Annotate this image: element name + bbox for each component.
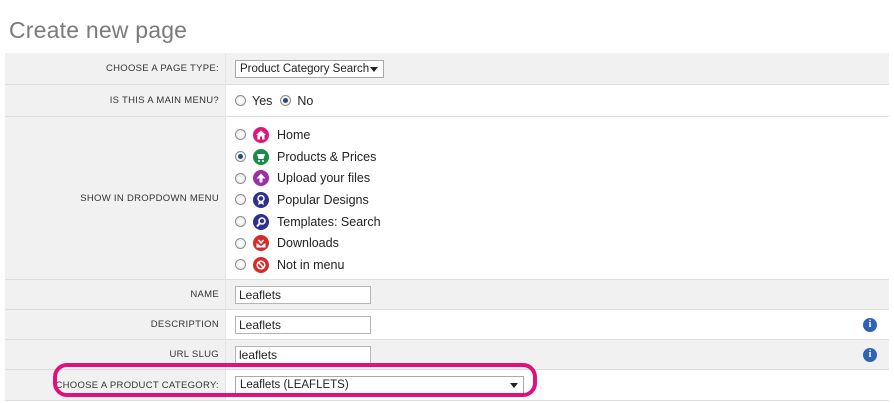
description-input[interactable]: Leaflets <box>235 315 371 334</box>
product-category-label: Choose a product category: <box>5 370 226 400</box>
description-cell: Leaflets i <box>226 310 889 339</box>
download-icon <box>253 235 269 252</box>
main-menu-no-radio[interactable] <box>280 95 292 106</box>
menu-option-templates-search[interactable]: Templates: Search <box>235 211 381 233</box>
main-menu-yes-label: Yes <box>252 93 273 108</box>
page-type-cell: Product Category Search <box>226 53 889 84</box>
description-row: Description Leaflets i <box>5 310 889 340</box>
menu-option-label: Downloads <box>277 236 339 251</box>
menu-option-label: Not in menu <box>277 257 345 272</box>
menu-option-radio[interactable] <box>235 172 246 184</box>
main-menu-yes[interactable]: Yes <box>235 94 272 108</box>
chevron-down-icon <box>370 66 378 72</box>
menu-option-downloads[interactable]: Downloads <box>235 232 381 254</box>
menu-option-label: Products & Prices <box>277 149 377 164</box>
info-icon[interactable]: i <box>863 317 877 332</box>
page-type-row: Choose a page type: Product Category Sea… <box>5 53 889 85</box>
name-input[interactable]: Leaflets <box>235 285 371 304</box>
name-label: Name <box>5 280 226 309</box>
dropdown-menu-cell: Home Products & Prices Upload your files <box>226 117 889 279</box>
menu-option-radio[interactable] <box>235 129 246 141</box>
page-type-label: Choose a page type: <box>5 53 226 84</box>
award-icon <box>253 191 269 208</box>
menu-option-home[interactable]: Home <box>235 124 381 146</box>
main-menu-label: Is this a main menu? <box>5 85 226 116</box>
main-menu-yes-radio[interactable] <box>235 95 246 106</box>
url-slug-row: URL Slug leaflets i <box>5 340 889 370</box>
home-icon <box>253 126 269 143</box>
main-menu-cell: Yes No <box>226 85 889 116</box>
menu-option-label: Home <box>277 127 311 142</box>
dropdown-menu-row: Show in dropdown menu Home Products & Pr… <box>5 117 889 280</box>
menu-option-popular-designs[interactable]: Popular Designs <box>235 189 381 211</box>
chevron-down-icon <box>510 383 518 388</box>
menu-option-label: Upload your files <box>277 171 371 186</box>
url-slug-label: URL Slug <box>5 340 226 369</box>
main-menu-row: Is this a main menu? Yes No <box>5 85 889 117</box>
create-page-form: Choose a page type: Product Category Sea… <box>5 53 889 401</box>
dropdown-menu-label: Show in dropdown menu <box>5 117 226 279</box>
menu-option-products-prices[interactable]: Products & Prices <box>235 146 381 168</box>
description-label: Description <box>5 310 226 339</box>
menu-option-radio[interactable] <box>235 237 246 249</box>
main-menu-no-label: No <box>297 93 314 108</box>
product-category-select-value: Leaflets (LEAFLETS) <box>240 379 349 391</box>
menu-option-radio[interactable] <box>235 194 246 206</box>
info-icon[interactable]: i <box>863 347 877 362</box>
products-icon <box>253 148 269 165</box>
menu-option-upload[interactable]: Upload your files <box>235 167 381 189</box>
product-category-select[interactable]: Leaflets (LEAFLETS) <box>235 376 524 394</box>
menu-option-label: Templates: Search <box>277 214 381 229</box>
menu-option-not-in-menu[interactable]: Not in menu <box>235 254 381 276</box>
page-type-select[interactable]: Product Category Search <box>235 59 384 78</box>
url-slug-cell: leaflets i <box>226 340 889 369</box>
no-entry-icon <box>253 256 269 273</box>
upload-icon <box>253 170 269 187</box>
name-cell: Leaflets <box>226 280 889 309</box>
dropdown-menu-options: Home Products & Prices Upload your files <box>235 124 381 276</box>
search-icon <box>253 213 269 230</box>
url-slug-input[interactable]: leaflets <box>235 345 371 364</box>
page-type-select-value: Product Category Search <box>240 62 370 75</box>
menu-option-radio[interactable] <box>235 151 246 163</box>
menu-option-radio[interactable] <box>235 216 246 228</box>
menu-option-radio[interactable] <box>235 259 246 271</box>
product-category-row: Choose a product category: Leaflets (LEA… <box>5 370 889 401</box>
menu-option-label: Popular Designs <box>277 192 369 207</box>
main-menu-no[interactable]: No <box>280 94 313 108</box>
product-category-cell: Leaflets (LEAFLETS) <box>226 370 889 400</box>
page-title: Create new page <box>9 17 188 43</box>
name-row: Name Leaflets <box>5 280 889 310</box>
